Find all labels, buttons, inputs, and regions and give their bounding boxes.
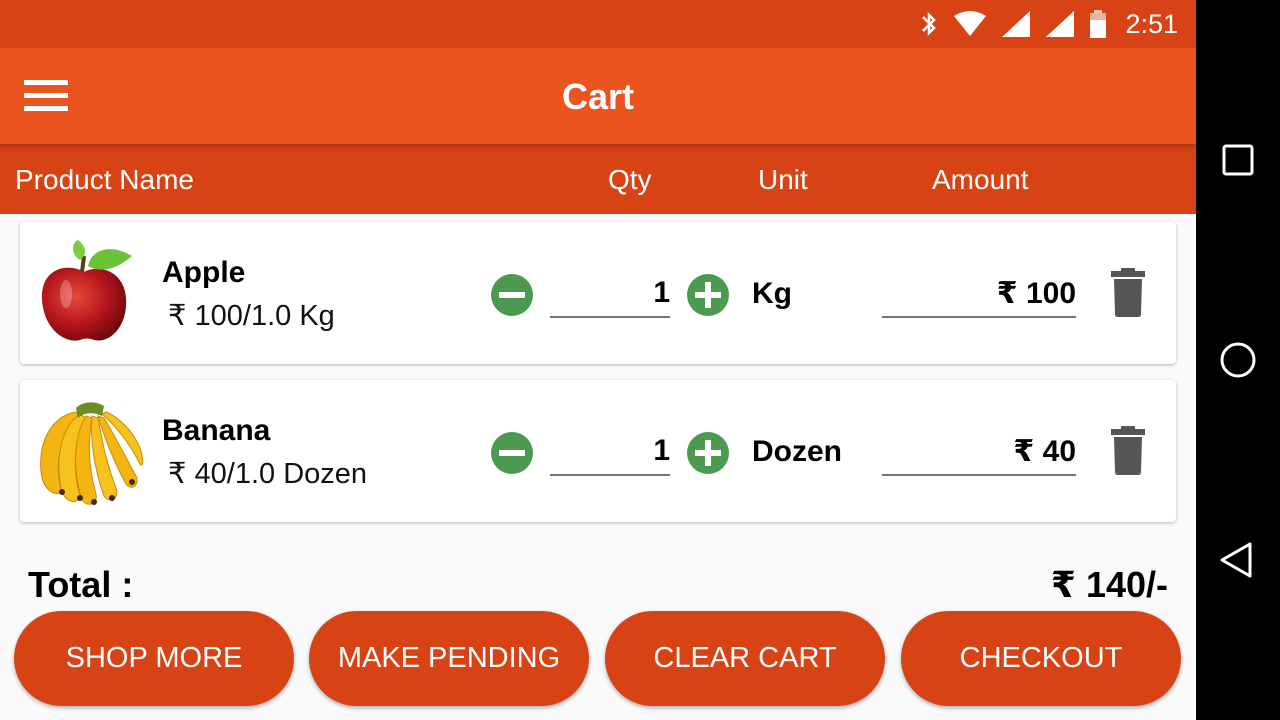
signal-icon xyxy=(1046,11,1075,37)
product-name: Apple xyxy=(162,256,246,289)
make-pending-button[interactable]: MAKE PENDING xyxy=(309,611,589,706)
clear-cart-button[interactable]: CLEAR CART xyxy=(605,611,885,706)
signal-icon xyxy=(1002,11,1031,37)
amount-field: ₹ 40 xyxy=(882,430,1076,476)
status-time: 2:51 xyxy=(1125,8,1178,39)
unit-label: Dozen xyxy=(752,435,842,468)
increase-qty-button[interactable] xyxy=(687,432,729,474)
wifi-icon xyxy=(954,11,987,36)
status-bar: 2:51 xyxy=(0,0,1196,48)
product-name: Banana xyxy=(162,414,271,447)
increase-qty-button[interactable] xyxy=(687,274,729,316)
back-icon[interactable] xyxy=(1216,538,1260,582)
app-bar: Cart xyxy=(0,48,1196,144)
home-icon[interactable] xyxy=(1216,338,1260,382)
banana-image xyxy=(40,402,144,505)
unit-label: Kg xyxy=(752,277,792,310)
product-rate: ₹ 40/1.0 Dozen xyxy=(168,458,368,490)
total-label: Total : xyxy=(28,564,134,605)
shop-more-button[interactable]: SHOP MORE xyxy=(14,611,294,706)
decrease-qty-button[interactable] xyxy=(491,274,533,316)
status-icons: 2:51 xyxy=(919,8,1178,40)
header-unit: Unit xyxy=(758,164,808,195)
cart-item: Apple ₹ 100/1.0 Kg 1 Kg ₹ 100 xyxy=(20,222,1176,364)
qty-field[interactable]: 1 xyxy=(550,272,670,318)
total-value: ₹ 140/- xyxy=(1050,564,1168,605)
header-qty: Qty xyxy=(608,164,652,195)
qty-field[interactable]: 1 xyxy=(550,430,670,476)
battery-icon xyxy=(1090,10,1107,38)
page-title: Cart xyxy=(561,76,635,117)
header-product-name: Product Name xyxy=(15,164,194,195)
delete-icon[interactable] xyxy=(1110,268,1146,318)
cart-screen: 2:51 Cart Product Name Qty Unit Amount A… xyxy=(0,0,1196,720)
checkout-button[interactable]: CHECKOUT xyxy=(901,611,1181,706)
recent-apps-icon[interactable] xyxy=(1216,138,1260,182)
decrease-qty-button[interactable] xyxy=(491,432,533,474)
amount-field: ₹ 100 xyxy=(882,272,1076,318)
delete-icon[interactable] xyxy=(1110,426,1146,476)
product-rate: ₹ 100/1.0 Kg xyxy=(168,300,335,332)
apple-image xyxy=(41,240,132,341)
header-amount: Amount xyxy=(932,164,1029,195)
bluetooth-icon xyxy=(922,11,937,37)
cart-item: Banana ₹ 40/1.0 Dozen 1 Dozen ₹ 40 xyxy=(20,380,1176,522)
navigation-bar xyxy=(1196,0,1280,720)
cart-table-header: Product Name Qty Unit Amount xyxy=(0,144,1196,214)
